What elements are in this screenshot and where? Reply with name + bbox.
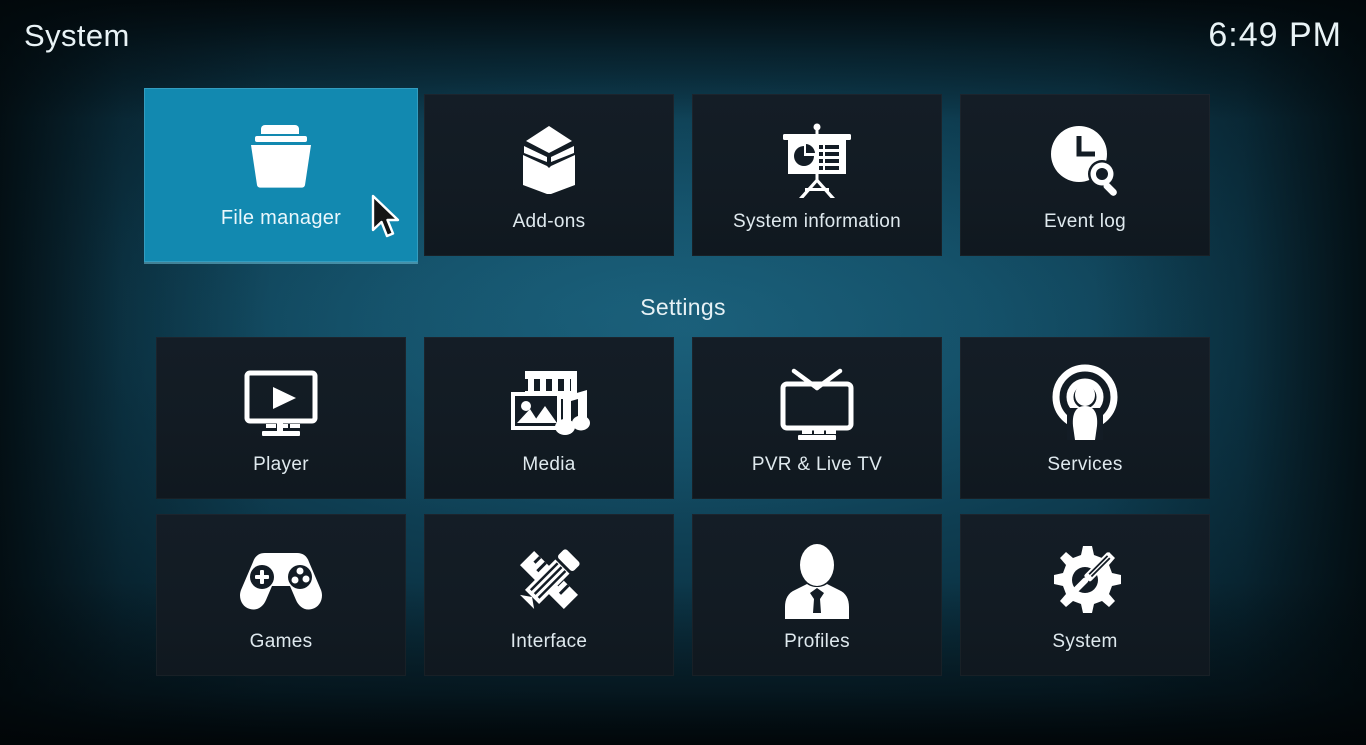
kodi-system-screen: System 6:49 PM File manager Add-ons Syst…	[0, 0, 1366, 745]
settings-grid-row-2: Games Interface Profiles System	[156, 514, 1210, 676]
tile-event-log[interactable]: Event log	[960, 94, 1210, 256]
tv-antenna-icon	[769, 363, 865, 443]
folder-icon	[233, 116, 329, 196]
tile-label: Interface	[510, 631, 588, 652]
clock: 6:49 PM	[1208, 16, 1342, 54]
broadcast-person-icon	[1037, 363, 1133, 443]
pencil-ruler-icon	[501, 540, 597, 620]
gear-screwdriver-icon	[1037, 540, 1133, 620]
tile-label: Player	[253, 454, 309, 475]
page-title: System	[24, 17, 130, 53]
tile-label: System information	[732, 211, 901, 232]
tile-player[interactable]: Player	[156, 337, 406, 499]
person-bust-icon	[769, 540, 865, 620]
monitor-play-icon	[233, 363, 329, 443]
tile-system-information[interactable]: System information	[692, 94, 942, 256]
top-tile-grid: File manager Add-ons System information …	[144, 88, 1210, 262]
open-box-icon	[501, 120, 597, 200]
film-photo-music-icon	[501, 363, 597, 443]
tile-system[interactable]: System	[960, 514, 1210, 676]
settings-grid-row-1: Player Media PVR & Live TV Services	[156, 337, 1210, 499]
tile-games[interactable]: Games	[156, 514, 406, 676]
tile-file-manager[interactable]: File manager	[144, 88, 418, 262]
tile-label: Add-ons	[512, 211, 586, 232]
clock-search-icon	[1037, 120, 1133, 200]
tile-services[interactable]: Services	[960, 337, 1210, 499]
presentation-chart-icon	[769, 120, 865, 200]
tile-slot-file-manager: File manager	[144, 88, 418, 262]
tile-label: System	[1052, 631, 1118, 652]
tile-label: Services	[1047, 454, 1123, 475]
tile-slot-event-log: Event log	[960, 94, 1210, 256]
tile-label: PVR & Live TV	[751, 454, 883, 475]
tile-slot-add-ons: Add-ons	[424, 94, 674, 256]
tile-media[interactable]: Media	[424, 337, 674, 499]
tile-profiles[interactable]: Profiles	[692, 514, 942, 676]
tile-interface[interactable]: Interface	[424, 514, 674, 676]
tile-pvr-live-tv[interactable]: PVR & Live TV	[692, 337, 942, 499]
tile-label: Event log	[1044, 211, 1126, 232]
gamepad-icon	[233, 540, 329, 620]
tile-label: Games	[249, 631, 313, 652]
tile-slot-system-information: System information	[692, 94, 942, 256]
top-bar: System 6:49 PM	[0, 0, 1366, 70]
tile-add-ons[interactable]: Add-ons	[424, 94, 674, 256]
tile-label: Profiles	[784, 631, 850, 652]
tile-label: Media	[522, 454, 576, 475]
tile-label: File manager	[220, 207, 342, 229]
